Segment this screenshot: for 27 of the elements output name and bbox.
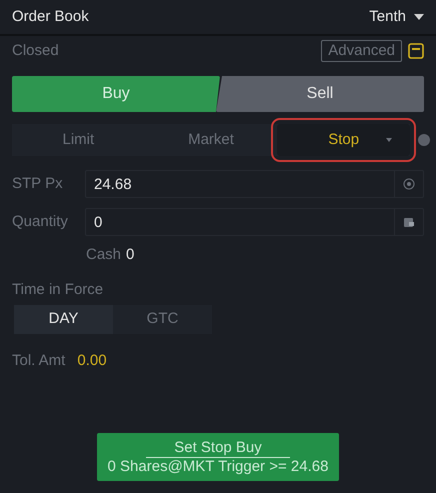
panel-title: Order Book <box>12 6 89 27</box>
time-in-force-option[interactable]: DAY <box>14 305 113 334</box>
side-tab[interactable]: Buy <box>12 76 220 112</box>
caret-icon <box>386 138 392 142</box>
order-type-tab[interactable]: Stop <box>277 124 410 156</box>
market-status: Closed <box>12 40 59 61</box>
field-button[interactable] <box>395 208 424 236</box>
cash-label: Cash <box>86 245 122 265</box>
cash-value: 0 <box>126 245 134 265</box>
caret-icon <box>414 14 424 20</box>
field-button[interactable] <box>395 170 424 198</box>
field-label: Quantity <box>12 212 69 232</box>
field-label: STP Px <box>12 174 64 194</box>
panel-icon[interactable] <box>408 43 424 59</box>
order-type-tab[interactable]: Market <box>144 124 278 156</box>
tolerance-value: 0.00 <box>77 351 107 371</box>
time-in-force-option[interactable]: GTC <box>113 305 212 334</box>
input-field[interactable]: 24.68 <box>85 170 395 198</box>
advanced-button[interactable]: Advanced <box>321 40 402 62</box>
input-field[interactable]: 0 <box>85 208 395 236</box>
order-type-tab[interactable]: Limit <box>12 124 145 156</box>
field-label: Tol. Amt <box>12 351 66 371</box>
section-label: Time in Force <box>11 280 104 300</box>
side-tab[interactable]: Sell <box>216 76 424 112</box>
submit-button[interactable]: Set Stop Buy 0 Shares@MKT Trigger >= 24.68 <box>97 433 339 481</box>
level-dropdown[interactable]: Tenth <box>369 6 424 28</box>
target-icon[interactable] <box>403 178 415 190</box>
